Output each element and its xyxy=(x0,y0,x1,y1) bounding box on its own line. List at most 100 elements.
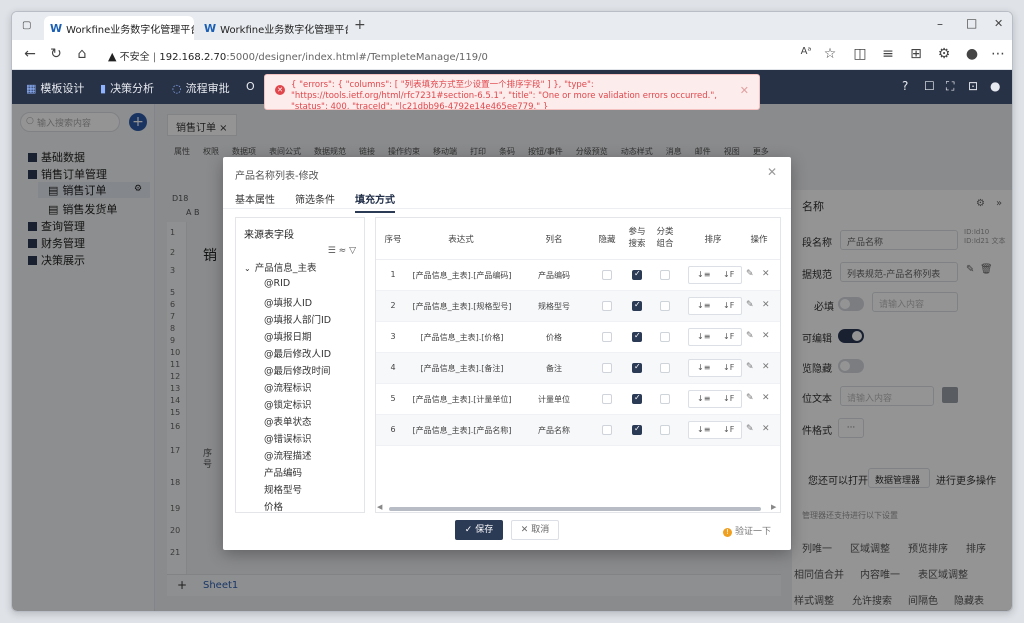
tab-basic-properties[interactable]: 基本属性 xyxy=(235,191,275,206)
sort-desc-icon[interactable]: ↓F xyxy=(723,425,734,434)
table-row[interactable]: 5 [产品信息_主表].[计量单位] 计量单位 ↓≡ ↓F ✎ ✕ xyxy=(376,384,780,415)
cell-expression[interactable]: [产品信息_主表].[规格型号] xyxy=(408,301,516,312)
refresh-icon[interactable]: ↻ xyxy=(48,46,64,62)
browser-tab-active[interactable]: W Workfine业务数字化管理平台-II ✕ xyxy=(44,16,194,40)
search-checkbox[interactable] xyxy=(632,300,642,311)
horizontal-scrollbar[interactable]: ◀ ▶ xyxy=(375,503,781,513)
edit-icon[interactable]: ✎ xyxy=(746,393,754,403)
sort-buttons[interactable]: ↓≡ ↓F xyxy=(688,328,742,346)
sort-asc-icon[interactable]: ↓≡ xyxy=(697,332,710,341)
split-screen-icon[interactable]: ◫ xyxy=(852,46,868,62)
favorites-bar-icon[interactable]: ≡ xyxy=(880,46,896,62)
cell-expression[interactable]: [产品信息_主表].[备注] xyxy=(408,363,516,374)
group-checkbox[interactable] xyxy=(660,270,670,280)
cancel-button[interactable]: ✕ 取消 xyxy=(511,520,559,540)
delete-row-icon[interactable]: ✕ xyxy=(762,300,770,310)
minimize-button[interactable]: – xyxy=(937,17,943,31)
nav-decision-analysis[interactable]: ▮ 决策分析 xyxy=(100,80,154,96)
cell-expression[interactable]: [产品信息_主表].[产品名称] xyxy=(408,425,516,436)
sort-buttons[interactable]: ↓≡ ↓F xyxy=(688,266,742,284)
scroll-left-icon[interactable]: ◀ xyxy=(377,503,382,511)
hidden-checkbox[interactable] xyxy=(602,394,612,404)
delete-row-icon[interactable]: ✕ xyxy=(762,269,770,279)
delete-row-icon[interactable]: ✕ xyxy=(762,393,770,403)
hidden-checkbox[interactable] xyxy=(602,301,612,311)
table-row[interactable]: 1 [产品信息_主表].[产品编码] 产品编码 ↓≡ ↓F ✎ ✕ xyxy=(376,260,780,291)
sort-buttons[interactable]: ↓≡ ↓F xyxy=(688,390,742,408)
hidden-checkbox[interactable] xyxy=(602,270,612,280)
search-checkbox[interactable] xyxy=(632,424,642,435)
delete-row-icon[interactable]: ✕ xyxy=(762,424,770,434)
sort-asc-icon[interactable]: ↓≡ xyxy=(697,363,710,372)
group-checkbox[interactable] xyxy=(660,332,670,342)
source-field[interactable]: 规格型号 xyxy=(264,482,302,496)
sort-asc-icon[interactable]: ↓≡ xyxy=(697,270,710,279)
edit-icon[interactable]: ✎ xyxy=(746,424,754,434)
sort-desc-icon[interactable]: ↓F xyxy=(723,332,734,341)
sort-buttons[interactable]: ↓≡ ↓F xyxy=(688,359,742,377)
back-icon[interactable]: ← xyxy=(22,46,38,62)
group-checkbox[interactable] xyxy=(660,301,670,311)
dialog-close-button[interactable]: ✕ xyxy=(767,165,777,179)
fullscreen-icon[interactable]: ⛶ xyxy=(946,79,954,94)
delete-row-icon[interactable]: ✕ xyxy=(762,362,770,372)
table-row[interactable]: 2 [产品信息_主表].[规格型号] 规格型号 ↓≡ ↓F ✎ ✕ xyxy=(376,291,780,322)
maximize-button[interactable]: □ xyxy=(966,16,977,30)
edit-icon[interactable]: ✎ xyxy=(746,300,754,310)
profile-icon[interactable]: ● xyxy=(964,46,980,62)
source-field[interactable]: @锁定标识 xyxy=(264,397,312,411)
group-checkbox[interactable] xyxy=(660,363,670,373)
cell-column-name[interactable]: 规格型号 xyxy=(526,301,582,312)
source-field[interactable]: @最后修改人ID xyxy=(264,346,331,360)
source-field[interactable]: @流程标识 xyxy=(264,380,312,394)
sort-desc-icon[interactable]: ↓F xyxy=(723,270,734,279)
nav-process-approval[interactable]: ◌ 流程审批 xyxy=(172,80,230,96)
cell-column-name[interactable]: 备注 xyxy=(526,363,582,374)
search-checkbox[interactable] xyxy=(632,393,642,404)
user-icon[interactable]: ● xyxy=(990,79,1000,93)
toast-close-button[interactable]: ✕ xyxy=(740,85,749,96)
scroll-right-icon[interactable]: ▶ xyxy=(771,503,776,511)
source-field[interactable]: @RID xyxy=(264,278,290,289)
source-field[interactable]: @表单状态 xyxy=(264,414,312,428)
tab-fill-method[interactable]: 填充方式 xyxy=(355,191,395,213)
hidden-checkbox[interactable] xyxy=(602,425,612,435)
sort-desc-icon[interactable]: ↓F xyxy=(723,301,734,310)
search-checkbox[interactable] xyxy=(632,331,642,342)
cell-expression[interactable]: [产品信息_主表].[价格] xyxy=(408,332,516,343)
cell-expression[interactable]: [产品信息_主表].[计量单位] xyxy=(408,394,516,405)
home-icon[interactable]: ⌂ xyxy=(74,46,90,62)
source-group[interactable]: ⌄ 产品信息_主表 xyxy=(244,260,316,274)
sort-desc-icon[interactable]: ↓F xyxy=(723,394,734,403)
window-icon[interactable]: ⊡ xyxy=(968,79,978,93)
save-button[interactable]: ✓ 保存 xyxy=(455,520,503,540)
tab-filter-conditions[interactable]: 筛选条件 xyxy=(295,191,335,206)
search-checkbox[interactable] xyxy=(632,269,642,280)
source-field[interactable]: @流程描述 xyxy=(264,448,312,462)
sort-buttons[interactable]: ↓≡ ↓F xyxy=(688,297,742,315)
source-field[interactable]: @填报人部门ID xyxy=(264,312,331,326)
cell-column-name[interactable]: 产品编码 xyxy=(526,270,582,281)
cell-expression[interactable]: [产品信息_主表].[产品编码] xyxy=(408,270,516,281)
hidden-checkbox[interactable] xyxy=(602,332,612,342)
edit-icon[interactable]: ✎ xyxy=(746,269,754,279)
edit-icon[interactable]: ✎ xyxy=(746,331,754,341)
source-field[interactable]: @错误标识 xyxy=(264,431,312,445)
hidden-checkbox[interactable] xyxy=(602,363,612,373)
source-field[interactable]: 价格 xyxy=(264,499,283,512)
source-field[interactable]: @最后修改时间 xyxy=(264,363,331,377)
sort-asc-icon[interactable]: ↓≡ xyxy=(697,301,710,310)
nav-template-design[interactable]: ▦ 模板设计 xyxy=(26,80,84,96)
cell-column-name[interactable]: 计量单位 xyxy=(526,394,582,405)
edit-icon[interactable]: ✎ xyxy=(746,362,754,372)
table-row[interactable]: 4 [产品信息_主表].[备注] 备注 ↓≡ ↓F ✎ ✕ xyxy=(376,353,780,384)
collections-icon[interactable]: ⊞ xyxy=(908,46,924,62)
cell-column-name[interactable]: 产品名称 xyxy=(526,425,582,436)
table-row[interactable]: 6 [产品信息_主表].[产品名称] 产品名称 ↓≡ ↓F ✎ ✕ xyxy=(376,415,780,446)
delete-row-icon[interactable]: ✕ xyxy=(762,331,770,341)
sort-asc-icon[interactable]: ↓≡ xyxy=(697,425,710,434)
help-icon[interactable]: ? xyxy=(902,79,908,93)
new-tab-button[interactable]: + xyxy=(354,17,366,33)
nav-more[interactable]: O xyxy=(246,80,255,93)
browser-tab[interactable]: W Workfine业务数字化管理平台 ✕ xyxy=(198,16,348,40)
